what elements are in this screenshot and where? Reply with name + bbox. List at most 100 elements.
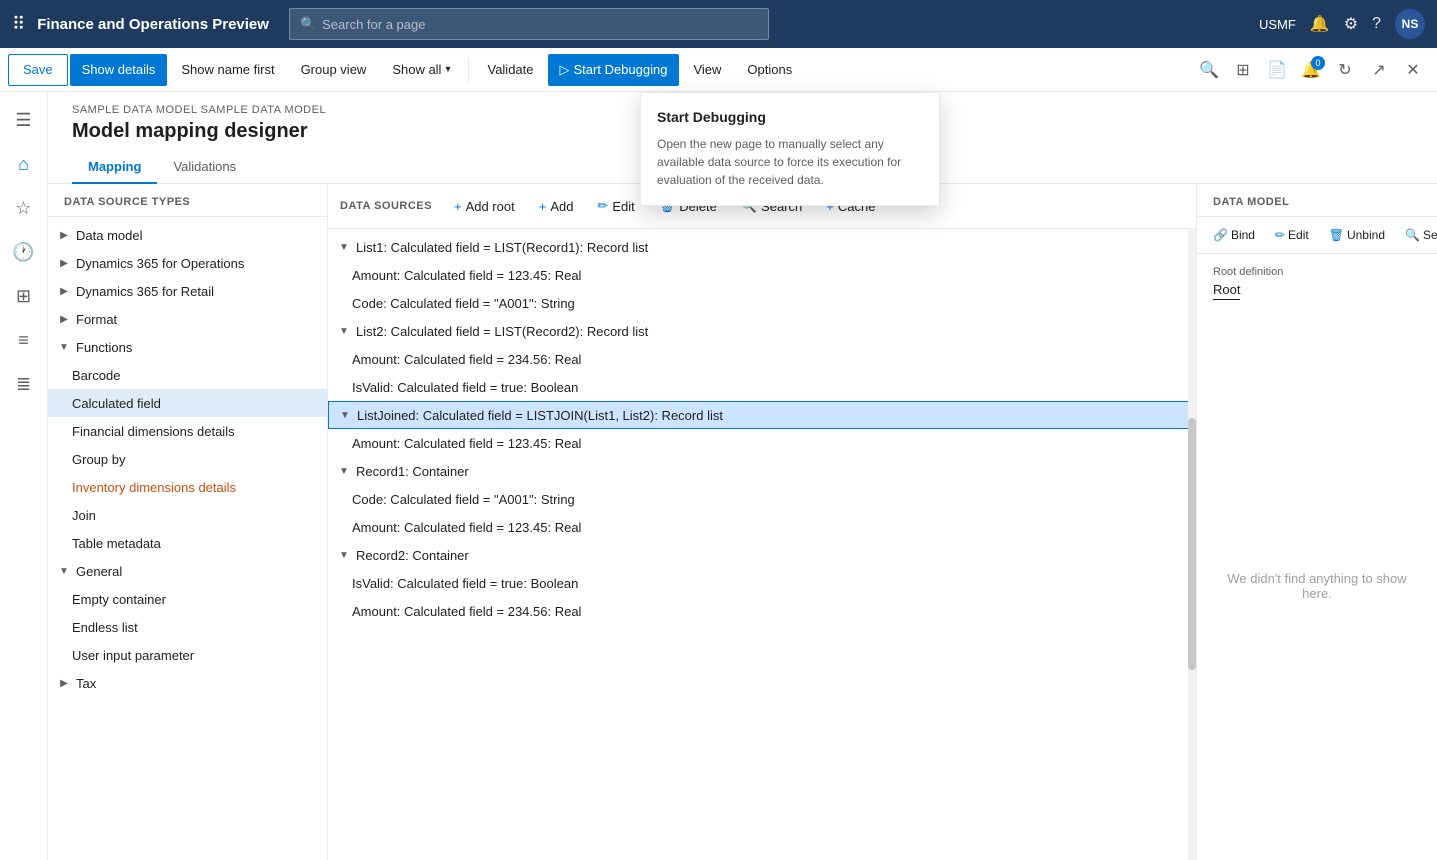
- global-search-input[interactable]: [322, 17, 758, 32]
- username-label: USMF: [1259, 17, 1296, 32]
- refresh-icon[interactable]: ↻: [1329, 54, 1361, 86]
- add-button[interactable]: + Add: [529, 192, 584, 220]
- root-definition-value: Root: [1213, 282, 1240, 300]
- bind-button[interactable]: 🔗 Bind: [1205, 223, 1263, 247]
- dst-financial-dimensions[interactable]: Financial dimensions details: [48, 417, 327, 445]
- ds-record1-amount[interactable]: Amount: Calculated field = 123.45: Real: [328, 513, 1196, 541]
- sidebar-star-icon[interactable]: ☆: [4, 188, 44, 228]
- dst-endless-list[interactable]: Endless list: [48, 613, 327, 641]
- add-root-button[interactable]: + Add root: [444, 192, 525, 220]
- search-icon: 🔍: [300, 16, 316, 32]
- ds-record2-amount[interactable]: Amount: Calculated field = 234.56: Real: [328, 597, 1196, 625]
- chevron-right-icon: ▶: [56, 227, 72, 243]
- edit-icon: ✏: [597, 198, 608, 214]
- start-debugging-button[interactable]: ▷ Start Debugging: [548, 54, 680, 86]
- dst-user-input-parameter[interactable]: User input parameter: [48, 641, 327, 669]
- ds-list2[interactable]: ▼ List2: Calculated field = LIST(Record2…: [328, 317, 1196, 345]
- show-all-button[interactable]: Show all ▾: [380, 54, 462, 86]
- ds-list2-amount[interactable]: Amount: Calculated field = 234.56: Real: [328, 345, 1196, 373]
- validate-button[interactable]: Validate: [475, 54, 545, 86]
- dst-general[interactable]: ▼ General: [48, 557, 327, 585]
- dst-calculated-field[interactable]: Calculated field: [48, 389, 327, 417]
- dst-table-metadata[interactable]: Table metadata: [48, 529, 327, 557]
- dst-join[interactable]: Join: [48, 501, 327, 529]
- top-bar-right: USMF 🔔 ⚙ ? NS: [1259, 9, 1425, 39]
- chevron-down-icon: ▾: [445, 64, 450, 75]
- search-toolbar-icon[interactable]: 🔍: [1193, 54, 1225, 86]
- unbind-button[interactable]: 🗑 Unbind: [1321, 223, 1393, 247]
- ds-record1-code[interactable]: Code: Calculated field = "A001": String: [328, 485, 1196, 513]
- dst-d365-retail[interactable]: ▶ Dynamics 365 for Retail: [48, 277, 327, 305]
- dst-d365-operations[interactable]: ▶ Dynamics 365 for Operations: [48, 249, 327, 277]
- ds-list2-isvalid[interactable]: IsValid: Calculated field = true: Boolea…: [328, 373, 1196, 401]
- model-search-button[interactable]: 🔍 Search: [1397, 223, 1437, 247]
- save-button[interactable]: Save: [8, 54, 68, 86]
- ds-list1-amount[interactable]: Amount: Calculated field = 123.45: Real: [328, 261, 1196, 289]
- sidebar-clock-icon[interactable]: 🕐: [4, 232, 44, 272]
- badge-button[interactable]: 🔔 0: [1295, 54, 1327, 86]
- ds-listjoined-amount[interactable]: Amount: Calculated field = 123.45: Real: [328, 429, 1196, 457]
- global-search[interactable]: 🔍: [289, 8, 769, 40]
- help-icon[interactable]: ?: [1372, 15, 1381, 33]
- tab-mapping[interactable]: Mapping: [72, 151, 157, 184]
- chevron-down-icon: ▼: [56, 563, 72, 579]
- scrollbar-thumb[interactable]: [1188, 418, 1196, 671]
- ds-list1-code[interactable]: Code: Calculated field = "A001": String: [328, 289, 1196, 317]
- close-icon[interactable]: ✕: [1397, 54, 1429, 86]
- user-avatar[interactable]: NS: [1395, 9, 1425, 39]
- ds-record2-isvalid[interactable]: IsValid: Calculated field = true: Boolea…: [328, 569, 1196, 597]
- dst-inventory-dimensions[interactable]: Inventory dimensions details: [48, 473, 327, 501]
- data-source-types-tree: ▶ Data model ▶ Dynamics 365 for Operatio…: [48, 217, 327, 860]
- ds-record1[interactable]: ▼ Record1: Container: [328, 457, 1196, 485]
- dst-barcode[interactable]: Barcode: [48, 361, 327, 389]
- sidebar-home-icon[interactable]: ⌂: [4, 144, 44, 184]
- chevron-right-icon: ▶: [56, 675, 72, 691]
- left-sidebar: ☰ ⌂ ☆ 🕐 ⊞ ≡ ≣: [0, 92, 48, 860]
- chevron-down-icon: ▼: [56, 339, 72, 355]
- chevron-down-icon: ▼: [337, 407, 353, 423]
- chevron-down-icon: ▼: [336, 323, 352, 339]
- data-model-header: DATA MODEL: [1197, 184, 1437, 217]
- dst-data-model[interactable]: ▶ Data model: [48, 221, 327, 249]
- ds-list1[interactable]: ▼ List1: Calculated field = LIST(Record1…: [328, 233, 1196, 261]
- tooltip-body: Open the new page to manually select any…: [657, 135, 923, 189]
- settings-icon[interactable]: ⚙: [1344, 14, 1358, 34]
- sidebar-filter-icon[interactable]: ≡: [4, 320, 44, 360]
- scrollbar-track[interactable]: [1188, 228, 1196, 860]
- show-name-first-button[interactable]: Show name first: [169, 54, 286, 86]
- layout-icon[interactable]: ⊞: [1227, 54, 1259, 86]
- model-edit-button[interactable]: ✏ Edit: [1267, 223, 1317, 247]
- ds-record2[interactable]: ▼ Record2: Container: [328, 541, 1196, 569]
- three-panel: DATA SOURCE TYPES ▶ Data model ▶ Dynamic…: [48, 184, 1437, 860]
- app-menu-icon[interactable]: ⠿: [12, 14, 25, 35]
- edit-button[interactable]: ✏ Edit: [587, 192, 644, 220]
- dst-functions[interactable]: ▼ Functions: [48, 333, 327, 361]
- sidebar-grid-icon[interactable]: ⊞: [4, 276, 44, 316]
- panel-data-source-types: DATA SOURCE TYPES ▶ Data model ▶ Dynamic…: [48, 184, 328, 860]
- chevron-down-icon: ▼: [336, 547, 352, 563]
- tooltip-title: Start Debugging: [657, 109, 923, 125]
- dst-tax[interactable]: ▶ Tax: [48, 669, 327, 697]
- data-sources-tree: ▼ List1: Calculated field = LIST(Record1…: [328, 229, 1196, 860]
- show-details-button[interactable]: Show details: [70, 54, 168, 86]
- model-search-icon: 🔍: [1405, 228, 1420, 242]
- sidebar-menu-icon[interactable]: ☰: [4, 100, 44, 140]
- data-source-types-header: DATA SOURCE TYPES: [48, 184, 327, 217]
- options-button[interactable]: Options: [735, 54, 804, 86]
- data-sources-header: DATA SOURCES: [340, 200, 432, 212]
- top-bar: ⠿ Finance and Operations Preview 🔍 USMF …: [0, 0, 1437, 48]
- tab-validations[interactable]: Validations: [157, 151, 252, 184]
- group-view-button[interactable]: Group view: [289, 54, 379, 86]
- bookmark-icon[interactable]: 📄: [1261, 54, 1293, 86]
- bind-icon: 🔗: [1213, 228, 1228, 242]
- view-button[interactable]: View: [681, 54, 733, 86]
- dst-group-by[interactable]: Group by: [48, 445, 327, 473]
- notification-icon[interactable]: 🔔: [1310, 14, 1330, 34]
- ds-listjoined[interactable]: ▼ ListJoined: Calculated field = LISTJOI…: [328, 401, 1196, 429]
- external-link-icon[interactable]: ↗: [1363, 54, 1395, 86]
- sidebar-list-icon[interactable]: ≣: [4, 364, 44, 404]
- toolbar-right: 🔍 ⊞ 📄 🔔 0 ↻ ↗ ✕: [1193, 54, 1429, 86]
- main-layout: ☰ ⌂ ☆ 🕐 ⊞ ≡ ≣ SAMPLE DATA MODEL SAMPLE D…: [0, 92, 1437, 860]
- dst-format[interactable]: ▶ Format: [48, 305, 327, 333]
- dst-empty-container[interactable]: Empty container: [48, 585, 327, 613]
